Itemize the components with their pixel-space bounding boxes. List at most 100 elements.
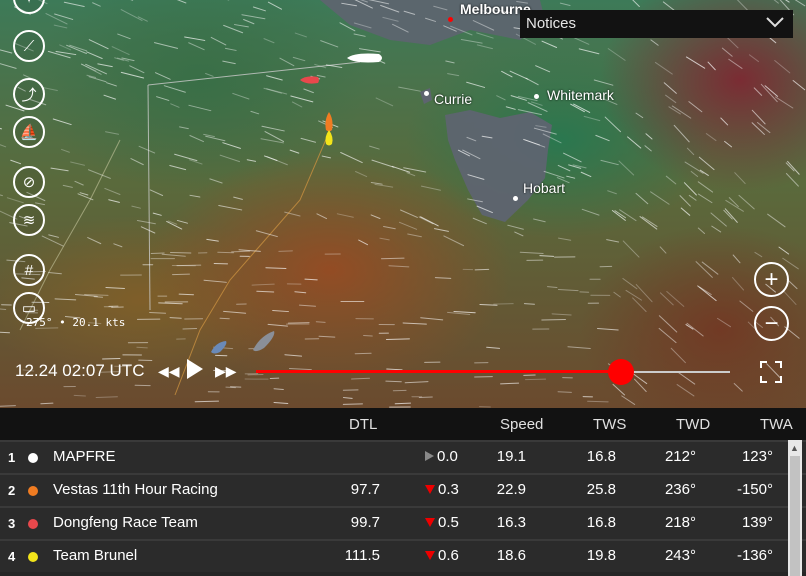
wind-streak (794, 0, 806, 7)
dtl-value: 97.7 (350, 481, 380, 498)
feathers-button[interactable]: ⟋ (13, 30, 45, 62)
wind-streak (453, 311, 476, 314)
wind-streak (658, 315, 678, 333)
boat-button[interactable]: ⛵ (13, 116, 45, 148)
wind-streak (0, 49, 13, 54)
wind-streak (654, 61, 673, 75)
route-button[interactable]: ⤴ (13, 78, 45, 110)
table-row[interactable]: 2 Vestas 11th Hour Racing 97.7 0.3 22.9 25.8 2… (0, 473, 806, 506)
wind-streak (179, 126, 189, 130)
wind-streak (156, 96, 170, 101)
table-row[interactable]: 1 MAPFRE 0.0 19.1 16.8 212° 123° (0, 440, 806, 473)
table-row[interactable]: 3 Dongfeng Race Team 99.7 0.5 16.3 16.8 218° 13… (0, 506, 806, 539)
play-button[interactable] (187, 359, 203, 379)
wind-streak (563, 152, 582, 163)
wind-streak (315, 321, 326, 323)
grid-button[interactable]: # (13, 254, 45, 286)
wind-streak (252, 6, 266, 12)
wind-streak (87, 169, 111, 179)
team-name: Dongfeng Race Team (53, 514, 198, 531)
notices-dropdown[interactable]: Notices (520, 10, 793, 38)
wind-streak (45, 13, 68, 25)
speed-value: 19.1 (496, 448, 526, 465)
boat-marker-dongfeng[interactable] (298, 74, 322, 86)
wind-streak (501, 70, 513, 78)
boat-marker[interactable] (208, 338, 230, 356)
team-color-dot (28, 486, 38, 496)
scroll-up-icon[interactable]: ▲ (790, 443, 799, 453)
wind-streak (6, 197, 24, 204)
wind-streak (418, 216, 434, 225)
rewind-button[interactable]: ◀◀ (158, 363, 180, 380)
wind-streak (596, 327, 619, 331)
header-twd[interactable]: TWD (676, 416, 710, 433)
wind-streak (59, 44, 72, 51)
wind-streak (261, 125, 285, 132)
wind-streak (686, 147, 695, 156)
playback-bar: 12.24 02:07 UTC ◀◀ ▶▶ (0, 355, 806, 385)
wind-streak (551, 313, 572, 316)
wind-streak (108, 199, 120, 203)
wind-streak (728, 58, 743, 69)
header-tws[interactable]: TWS (593, 416, 626, 433)
wind-streak (665, 175, 677, 185)
wind-streak (753, 87, 763, 96)
wind-streak (166, 220, 183, 230)
dtl-delta: 0.5 (425, 514, 459, 531)
no-compass-button[interactable]: ⊘ (13, 166, 45, 198)
header-speed[interactable]: Speed (500, 416, 543, 433)
table-row[interactable]: 4 Team Brunel 111.5 0.6 18.6 19.8 243° -136° (0, 539, 806, 572)
team-color-dot (28, 552, 38, 562)
wind-streak (665, 94, 677, 104)
rank: 2 (8, 483, 16, 498)
wind-streak (158, 302, 183, 305)
team-color-dot (28, 519, 38, 529)
wind-button[interactable]: ≋ (13, 204, 45, 236)
wind-streak (217, 251, 235, 254)
wind-streak (604, 116, 621, 133)
wind-streak (583, 115, 601, 122)
wind-streak (785, 173, 799, 187)
wind-streak (407, 233, 422, 238)
boat-marker[interactable] (250, 328, 278, 354)
leaderboard: DTL Speed TWS TWD TWA 1 MAPFRE 0.0 19.1 16.8… (0, 408, 806, 576)
rank: 4 (8, 549, 16, 564)
wind-streak (525, 77, 539, 86)
wind-streak (232, 92, 250, 100)
wind-streak (294, 32, 307, 38)
wind-streak (567, 346, 591, 350)
timeline-thumb[interactable] (607, 359, 634, 385)
fast-forward-button[interactable]: ▶▶ (215, 363, 237, 380)
wind-map[interactable]: ✦ ⟋ ⤴ ⛵ ⊘ ≋ # ▭ Melbourne Currie Whitema… (0, 0, 806, 408)
scrollbar-thumb[interactable] (790, 456, 800, 576)
wind-streak (113, 243, 123, 248)
wind-streak (658, 327, 677, 344)
wind-streak (54, 298, 77, 301)
wind-streak (724, 140, 733, 148)
zoom-out-button[interactable]: − (754, 306, 789, 341)
wind-streak (514, 231, 524, 237)
wind-streak (635, 284, 653, 303)
wind-streak (632, 0, 640, 7)
wind-streak (218, 205, 243, 211)
wind-streak (0, 308, 7, 310)
fullscreen-button[interactable] (760, 361, 782, 383)
header-dtl[interactable]: DTL (349, 416, 377, 433)
zoom-in-button[interactable]: + (754, 262, 789, 297)
dtl-delta: 0.6 (425, 547, 459, 564)
scrollbar[interactable]: ▲ (788, 440, 802, 576)
wind-streak (130, 158, 144, 166)
wind-streak (533, 218, 546, 223)
team-name: MAPFRE (53, 448, 116, 465)
wind-streak (683, 182, 697, 196)
city-marker (534, 94, 539, 99)
city-marker (424, 91, 429, 96)
header-twa[interactable]: TWA (760, 416, 793, 433)
wind-streak (595, 134, 610, 142)
boat-marker-brunel[interactable] (322, 128, 336, 148)
wind-streak (543, 170, 565, 179)
boat-marker-mapfre[interactable] (345, 50, 385, 66)
wind-streak (690, 170, 699, 177)
triangle-right-icon (425, 451, 434, 461)
team-name: Team Brunel (53, 547, 138, 564)
